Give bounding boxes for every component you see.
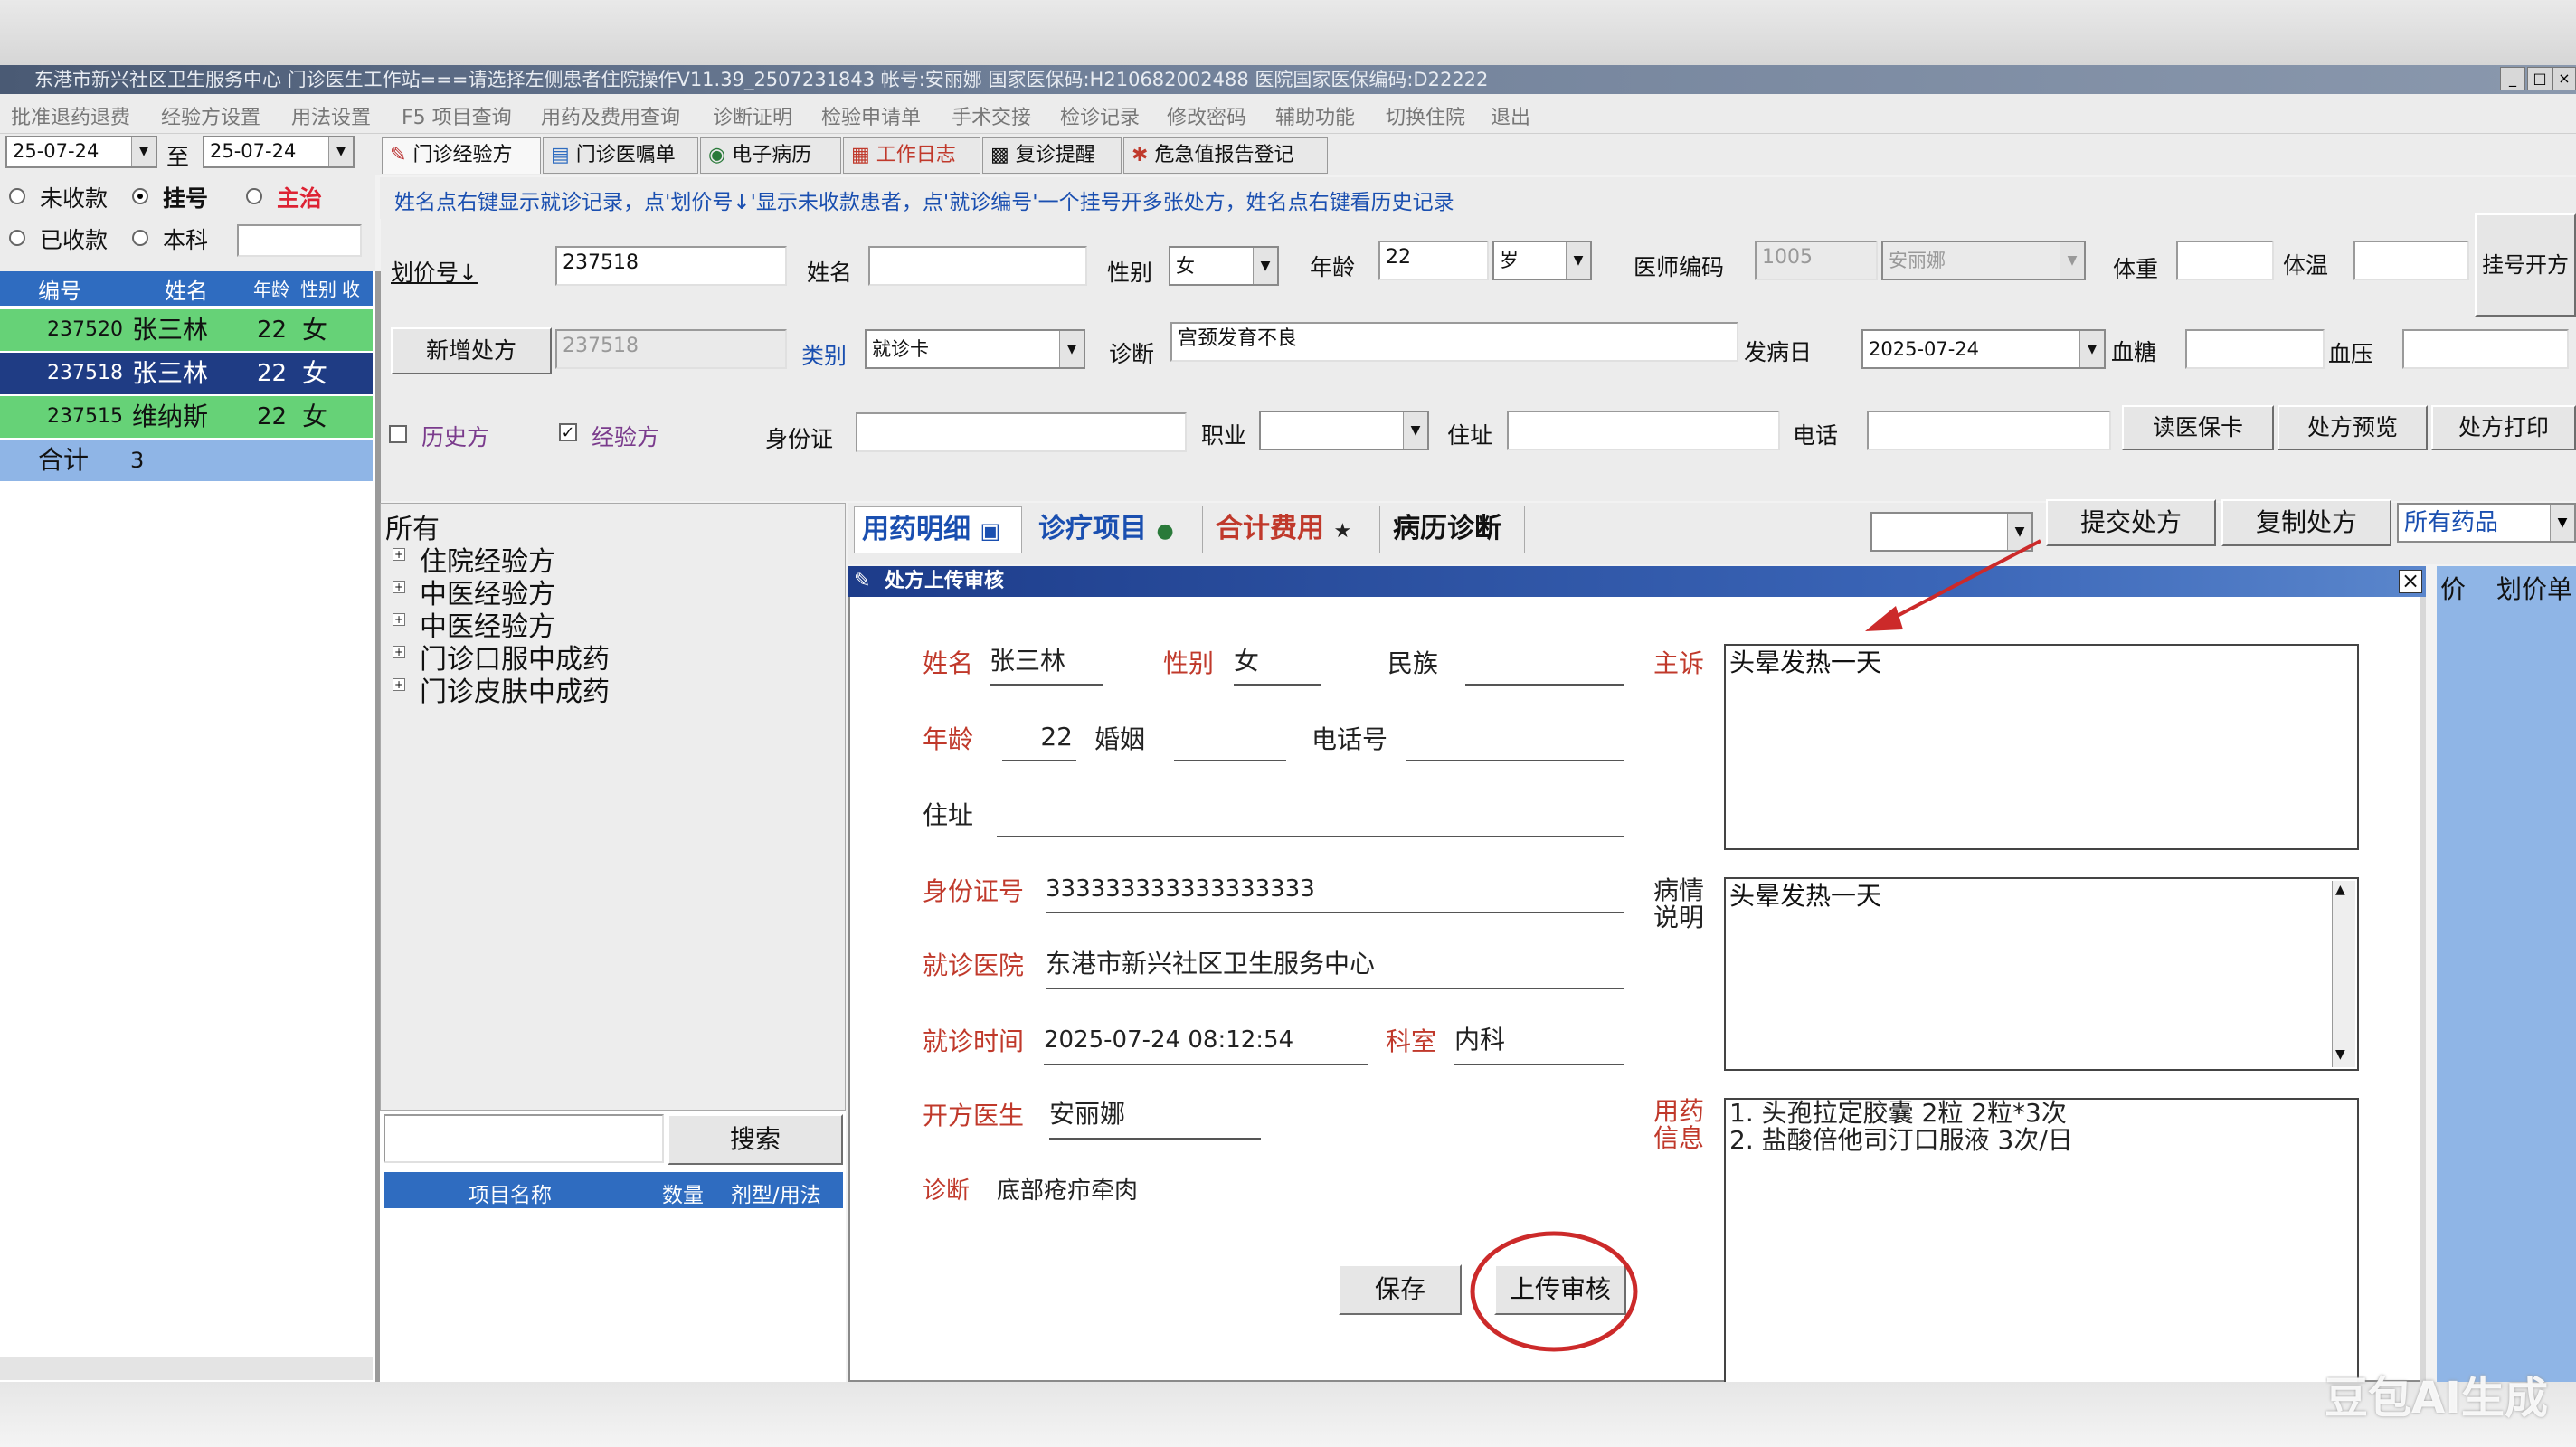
annotation-circle	[1470, 1231, 1638, 1352]
bottom-blur-strip	[0, 1382, 2576, 1447]
watermark: 豆包AI生成	[2325, 1373, 2549, 1423]
annotation-arrow-line	[1888, 539, 2041, 622]
annotation-arrow-head	[1865, 606, 1903, 631]
annotation-overlay	[1470, 539, 2041, 1352]
